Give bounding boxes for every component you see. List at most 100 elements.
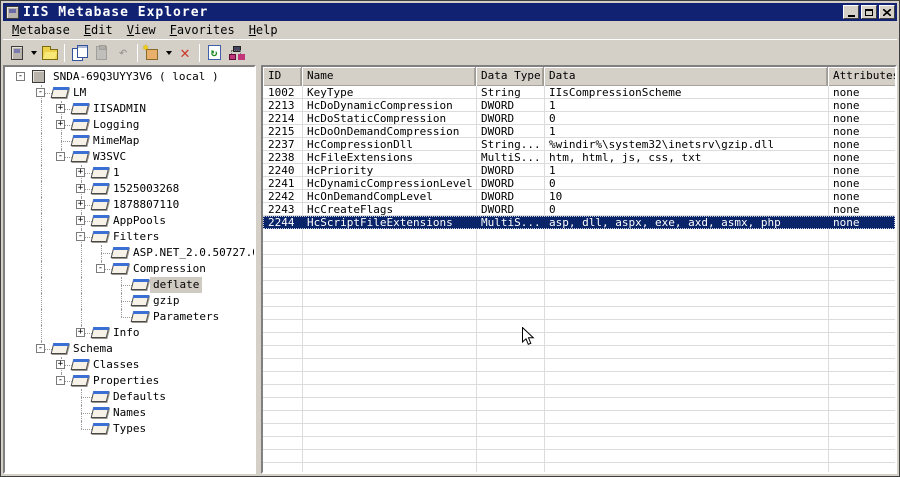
list-row-2244[interactable]: 2244 HcScriptFileExtensions MultiS... asp, … (263, 216, 895, 229)
tree-expander-plus[interactable]: + (56, 104, 65, 113)
tree-label[interactable]: Types (110, 421, 149, 437)
tree-label[interactable]: AppPools (110, 213, 169, 229)
list-row-2237[interactable]: 2237 HcCompressionDll String... %windir%\sy… (263, 138, 895, 151)
tree-expander-minus[interactable]: - (76, 232, 85, 241)
list-row-2242[interactable]: 2242 HcOnDemandCompLevel DWORD 10 none (263, 190, 895, 203)
tree-label[interactable]: MimeMap (90, 133, 142, 149)
tree-item-apppools[interactable]: + AppPools (5, 213, 254, 229)
delete-button[interactable]: ✕ (174, 42, 196, 64)
tree-item-lm[interactable]: - LM (5, 85, 254, 101)
tree-item-compression[interactable]: - Compression (5, 261, 254, 277)
tree-item-mimemap[interactable]: MimeMap (5, 133, 254, 149)
cell-attributes: none (833, 138, 860, 151)
tree-item-asp-net-2-0-50727-0[interactable]: ASP.NET_2.0.50727.0 (5, 245, 254, 261)
tree-expander-minus[interactable]: - (56, 376, 65, 385)
tree-label[interactable]: Properties (90, 373, 162, 389)
tree-item-gzip[interactable]: gzip (5, 293, 254, 309)
minimize-button[interactable] (843, 5, 859, 19)
menu-item-help[interactable]: Help (242, 22, 285, 38)
key-icon (110, 247, 130, 258)
tree-item-1878807110[interactable]: +1878807110 (5, 197, 254, 213)
menu-item-view[interactable]: View (120, 22, 163, 38)
menu-item-favorites[interactable]: Favorites (163, 22, 242, 38)
tree-label[interactable]: LM (70, 85, 89, 101)
menu-bar: Metabase Edit View Favorites Help (3, 21, 897, 39)
close-button[interactable] (879, 5, 895, 19)
tree-label[interactable]: deflate (150, 277, 203, 293)
tree-expander-minus[interactable]: - (36, 344, 45, 353)
app-icon (6, 5, 19, 19)
tree-label[interactable]: Filters (110, 229, 162, 245)
tree-expander-minus[interactable]: - (56, 152, 65, 161)
tree-label[interactable]: Compression (130, 261, 209, 277)
tree-label[interactable]: W3SVC (90, 149, 129, 165)
tree-item-names[interactable]: Names (5, 405, 254, 421)
tree-item-filters[interactable]: - Filters (5, 229, 254, 245)
tree-expander-minus[interactable]: - (36, 88, 45, 97)
undo-button[interactable]: ↶ (112, 42, 134, 64)
refresh-button[interactable]: ↻ (203, 42, 225, 64)
tree-label[interactable]: Names (110, 405, 149, 421)
list-row-2238[interactable]: 2238 HcFileExtensions MultiS... htm, html, … (263, 151, 895, 164)
list-row-2240[interactable]: 2240 HcPriority DWORD 1 none (263, 164, 895, 177)
tree-label[interactable]: Defaults (110, 389, 169, 405)
tree-expander-minus[interactable]: - (16, 72, 25, 81)
open-button[interactable] (39, 42, 61, 64)
column-header-id[interactable]: ID (263, 67, 302, 86)
connect-button[interactable] (6, 42, 28, 64)
tree-label[interactable]: Schema (70, 341, 116, 357)
tree-label[interactable]: IISADMIN (90, 101, 149, 117)
tree-item-parameters[interactable]: Parameters (5, 309, 254, 325)
tree-item-schema[interactable]: - Schema (5, 341, 254, 357)
tree-item-w3svc[interactable]: - W3SVC (5, 149, 254, 165)
tree-expander-plus[interactable]: + (76, 184, 85, 193)
tree-item-info[interactable]: + Info (5, 325, 254, 341)
copy-button[interactable] (68, 42, 90, 64)
tree-label[interactable]: Parameters (150, 309, 222, 325)
list-row-2241[interactable]: 2241 HcDynamicCompressionLevel DWORD 0 none (263, 177, 895, 190)
tree-label[interactable]: Classes (90, 357, 142, 373)
tree-label[interactable]: 1 (110, 165, 123, 181)
list-row-2215[interactable]: 2215 HcDoOnDemandCompression DWORD 1 none (263, 125, 895, 138)
tree-item-iisadmin[interactable]: + IISADMIN (5, 101, 254, 117)
column-header-name[interactable]: Name (302, 67, 476, 86)
column-header-attributes[interactable]: Attributes (828, 67, 895, 86)
menu-item-metabase[interactable]: Metabase (5, 22, 77, 38)
new-key-button[interactable] (141, 42, 163, 64)
list-row-2214[interactable]: 2214 HcDoStaticCompression DWORD 0 none (263, 112, 895, 125)
tree-expander-plus[interactable]: + (76, 168, 85, 177)
tree-item-1[interactable]: +1 (5, 165, 254, 181)
tree-expander-minus[interactable]: - (96, 264, 105, 273)
tree-item-logging[interactable]: + Logging (5, 117, 254, 133)
tree-label[interactable]: Logging (90, 117, 142, 133)
tree-item-1525003268[interactable]: +1525003268 (5, 181, 254, 197)
tree-item-classes[interactable]: + Classes (5, 357, 254, 373)
tree-item-snda-69q3uyy3v6-local[interactable]: - SNDA-69Q3UYY3V6 ( local ) (5, 69, 254, 85)
tree-expander-plus[interactable]: + (76, 200, 85, 209)
column-header-data-type[interactable]: Data Type (476, 67, 544, 86)
connect-dropdown-button[interactable] (28, 42, 39, 64)
tree-label[interactable]: Info (110, 325, 143, 341)
tree-label[interactable]: 1878807110 (110, 197, 182, 213)
hierarchy-view-button[interactable] (225, 42, 247, 64)
tree-expander-plus[interactable]: + (76, 328, 85, 337)
list-row-2243[interactable]: 2243 HcCreateFlags DWORD 0 none (263, 203, 895, 216)
new-key-dropdown-button[interactable] (163, 42, 174, 64)
tree-expander-plus[interactable]: + (56, 120, 65, 129)
maximize-button[interactable] (861, 5, 877, 19)
tree-item-deflate[interactable]: deflate (5, 277, 254, 293)
list-row-2213[interactable]: 2213 HcDoDynamicCompression DWORD 1 none (263, 99, 895, 112)
tree-item-defaults[interactable]: Defaults (5, 389, 254, 405)
tree-label[interactable]: ASP.NET_2.0.50727.0 (130, 245, 254, 261)
paste-button[interactable] (90, 42, 112, 64)
menu-item-edit[interactable]: Edit (77, 22, 120, 38)
tree-label[interactable]: SNDA-69Q3UYY3V6 ( local ) (50, 69, 222, 85)
column-header-data[interactable]: Data (544, 67, 828, 86)
list-row-1002[interactable]: 1002 KeyType String IIsCompressionScheme non… (263, 86, 895, 99)
tree-label[interactable]: gzip (150, 293, 183, 309)
tree-expander-plus[interactable]: + (56, 360, 65, 369)
tree-item-types[interactable]: Types (5, 421, 254, 437)
tree-expander-plus[interactable]: + (76, 216, 85, 225)
tree-item-properties[interactable]: - Properties (5, 373, 254, 389)
tree-label[interactable]: 1525003268 (110, 181, 182, 197)
